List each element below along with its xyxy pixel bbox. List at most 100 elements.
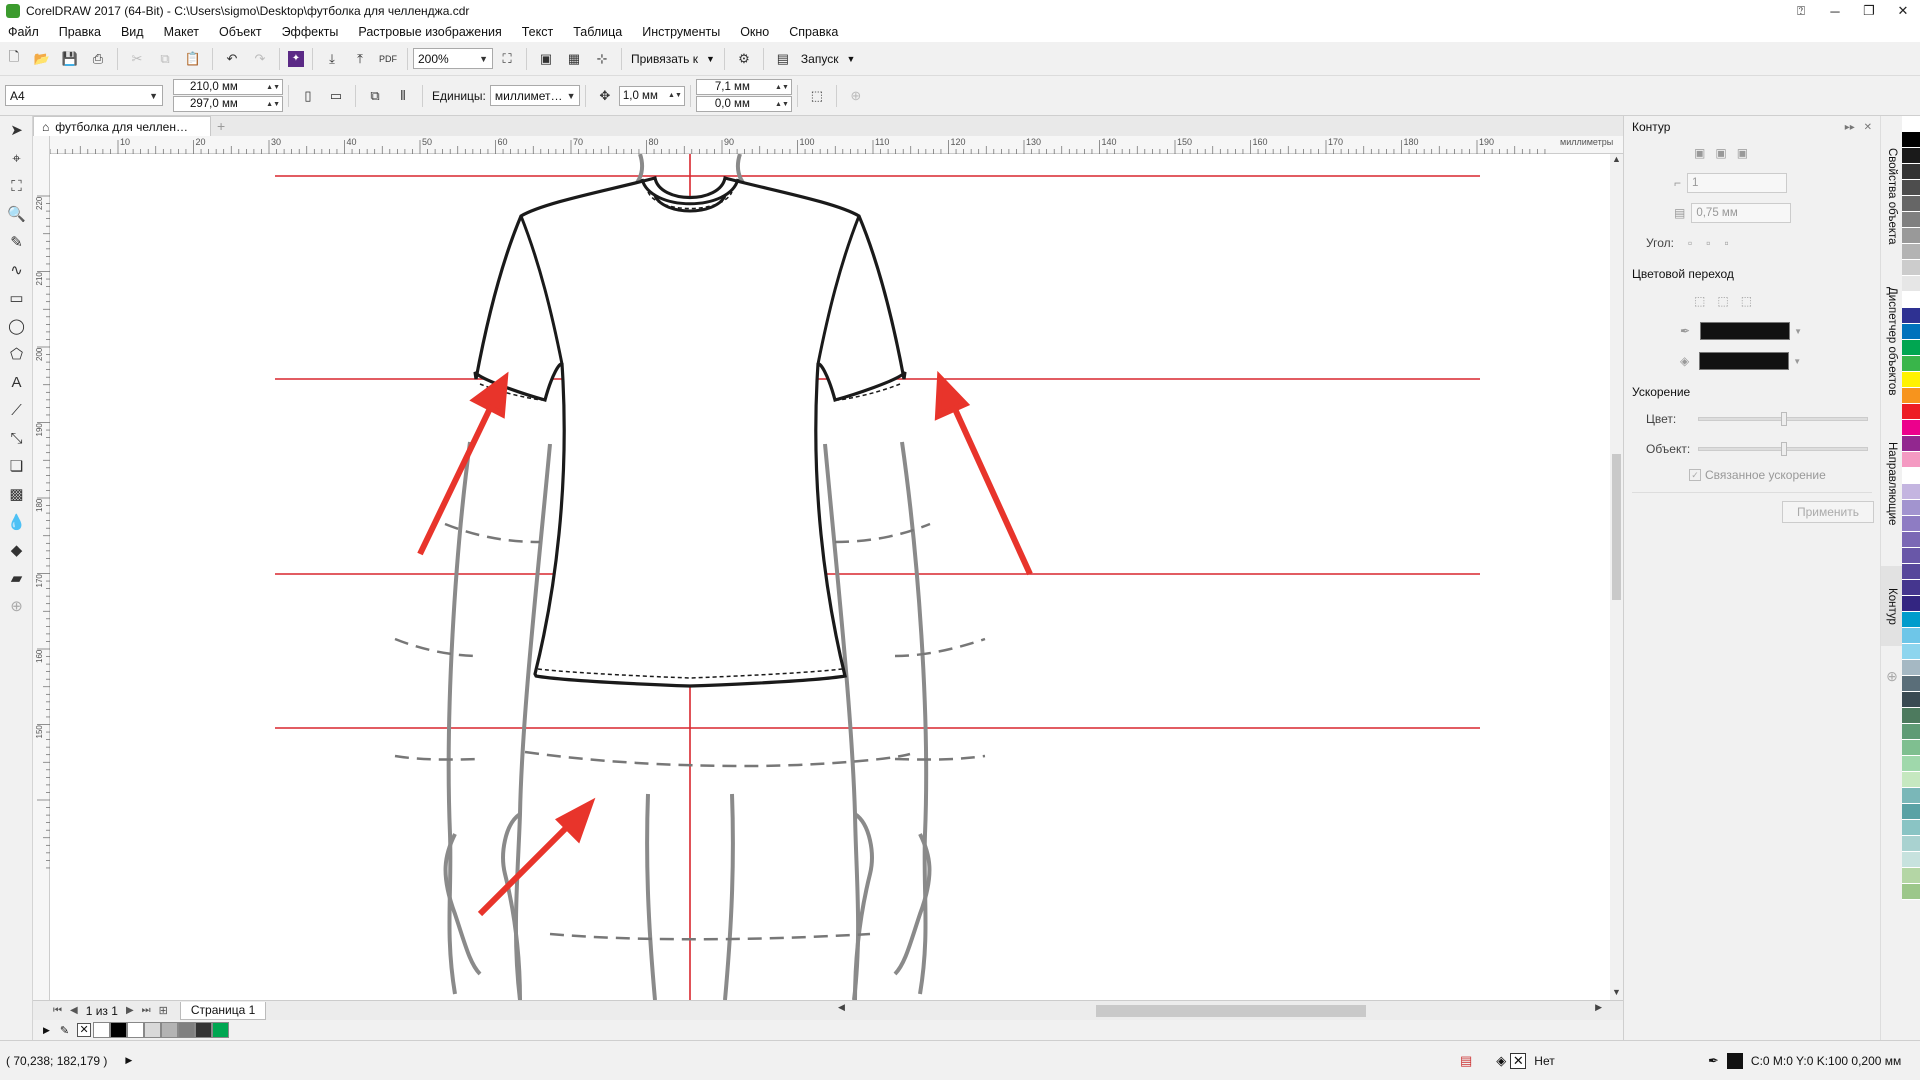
crop-tool-icon[interactable]: ⛶: [0, 172, 33, 200]
scroll-left-arrow-icon[interactable]: ◀: [838, 1002, 845, 1013]
text-tool-icon[interactable]: A: [0, 368, 33, 396]
docker-collapse-icon[interactable]: ▸▸: [1845, 122, 1855, 133]
last-page-icon[interactable]: ⏭: [142, 1005, 151, 1016]
zoom-level-select[interactable]: 200% ▼: [413, 48, 493, 69]
current-page-icon[interactable]: ⫴: [392, 85, 414, 107]
palette-swatch[interactable]: [1902, 420, 1920, 436]
zoom-tool-icon[interactable]: 🔍: [0, 200, 33, 228]
scroll-up-arrow-icon[interactable]: ▲: [1610, 154, 1623, 167]
palette-swatch[interactable]: [1902, 676, 1920, 692]
palette-swatch[interactable]: [1902, 148, 1920, 164]
prev-page-icon[interactable]: ◀: [70, 1005, 78, 1016]
parallel-dimension-tool-icon[interactable]: ⟋: [0, 396, 33, 424]
artistic-media-tool-icon[interactable]: ∿: [0, 256, 33, 284]
palette-swatch[interactable]: [1902, 276, 1920, 292]
tab-object-manager[interactable]: Диспетчер объектов: [1881, 276, 1903, 406]
palette-swatch[interactable]: [1902, 308, 1920, 324]
menu-help[interactable]: Справка: [779, 25, 848, 39]
palette-swatch[interactable]: [1902, 340, 1920, 356]
palette-swatch[interactable]: [1902, 788, 1920, 804]
redo-icon[interactable]: ↷: [249, 48, 271, 70]
options-gear-icon[interactable]: ⚙: [733, 48, 755, 70]
angle-option-icon[interactable]: ▫: [1688, 236, 1692, 250]
outline-corner-icon[interactable]: ▣: [1694, 146, 1705, 160]
smart-fill-tool-icon[interactable]: ▰: [0, 564, 33, 592]
add-page-icon[interactable]: ⊞: [159, 1004, 168, 1017]
palette-swatch[interactable]: [1902, 596, 1920, 612]
import-icon[interactable]: ⤓: [321, 48, 343, 70]
page-tab[interactable]: Страница 1: [179, 1001, 267, 1020]
transparency-tool-icon[interactable]: ▩: [0, 480, 33, 508]
h-scroll-thumb[interactable]: [1096, 1005, 1366, 1017]
new-document-icon[interactable]: 🗋: [3, 48, 25, 70]
end-color-swatch[interactable]: [1699, 352, 1790, 370]
tab-document[interactable]: ⌂ футболка для челлен…: [33, 116, 211, 136]
horizontal-ruler[interactable]: 10 20 30 40 50 60 70 80 90 100 110 120 130 140 150 160 1…: [49, 136, 1623, 154]
connector-tool-icon[interactable]: ⤡: [0, 424, 33, 452]
linked-accel-checkbox[interactable]: ✓: [1689, 469, 1701, 481]
tab-guidelines[interactable]: Направляющие: [1881, 426, 1903, 541]
freehand-tool-icon[interactable]: ✎: [0, 228, 33, 256]
copy-icon[interactable]: ⧉: [154, 48, 176, 70]
cut-icon[interactable]: ✂: [126, 48, 148, 70]
palette-swatch[interactable]: [1902, 628, 1920, 644]
palette-swatch[interactable]: [1902, 612, 1920, 628]
scroll-thumb[interactable]: [1612, 454, 1621, 600]
chevron-down-icon[interactable]: ▼: [1794, 327, 1802, 336]
tab-object-properties[interactable]: Свойства объекта: [1881, 136, 1903, 256]
palette-swatch[interactable]: [1902, 772, 1920, 788]
vertical-scrollbar[interactable]: ▲ ▼: [1610, 154, 1623, 1000]
palette-swatch[interactable]: [1902, 196, 1920, 212]
document-color-swatch[interactable]: [212, 1022, 230, 1038]
blend-direct-icon[interactable]: ⬚: [1694, 294, 1705, 308]
chevron-down-icon[interactable]: ▼: [1793, 357, 1801, 366]
palette-swatch[interactable]: [1902, 532, 1920, 548]
drop-shadow-tool-icon[interactable]: ❏: [0, 452, 33, 480]
print-icon[interactable]: ⎙: [87, 48, 109, 70]
palette-swatch[interactable]: [1902, 228, 1920, 244]
publish-pdf-icon[interactable]: PDF: [377, 48, 399, 70]
page-width-input[interactable]: 210,0 мм ▲▼: [173, 79, 283, 95]
menu-text[interactable]: Текст: [512, 25, 563, 39]
menu-file[interactable]: Файл: [0, 25, 49, 39]
palette-swatch[interactable]: [1902, 484, 1920, 500]
launch-app-icon[interactable]: ▤: [772, 48, 794, 70]
document-color-swatch[interactable]: [161, 1022, 179, 1038]
paste-icon[interactable]: 📋: [182, 48, 204, 70]
status-expand-arrow-icon[interactable]: ▶: [125, 1055, 132, 1066]
export-icon[interactable]: ⤒: [349, 48, 371, 70]
outline-corner-icon[interactable]: ▣: [1737, 146, 1748, 160]
zoom-to-page-icon[interactable]: ⛶: [496, 48, 518, 70]
arrow[interactable]: [417, 396, 498, 556]
drawing-canvas[interactable]: [50, 154, 1610, 1000]
palette-swatch[interactable]: [1902, 548, 1920, 564]
scroll-right-arrow-icon[interactable]: ▶: [1595, 1002, 1602, 1013]
next-page-icon[interactable]: ▶: [126, 1005, 134, 1016]
tab-outline[interactable]: Контур: [1881, 566, 1903, 646]
palette-swatch[interactable]: [1902, 388, 1920, 404]
restore-button[interactable]: ❐: [1852, 0, 1886, 22]
document-color-swatch[interactable]: [195, 1022, 213, 1038]
menu-tools[interactable]: Инструменты: [632, 25, 730, 39]
arrow[interactable]: [477, 816, 578, 917]
no-color-swatch[interactable]: ✕: [77, 1023, 92, 1037]
minimize-button[interactable]: ─: [1818, 0, 1852, 22]
color-profile-icon[interactable]: ▤: [1460, 1053, 1472, 1069]
shape-tool-icon[interactable]: ⌖: [0, 144, 33, 172]
palette-swatch[interactable]: [1902, 644, 1920, 660]
full-screen-preview-icon[interactable]: ▣: [535, 48, 557, 70]
menu-object[interactable]: Объект: [209, 25, 272, 39]
docker-close-icon[interactable]: ✕: [1864, 122, 1872, 133]
treat-as-filled-icon[interactable]: ⬚: [806, 85, 828, 107]
palette-swatch[interactable]: [1902, 292, 1920, 308]
document-color-swatch[interactable]: [178, 1022, 196, 1038]
palette-swatch[interactable]: [1902, 852, 1920, 868]
blend-cw-icon[interactable]: ⬚: [1717, 294, 1728, 308]
page-height-input[interactable]: 297,0 мм ▲▼: [173, 96, 283, 112]
document-color-swatch[interactable]: [93, 1022, 111, 1038]
palette-swatch[interactable]: [1902, 372, 1920, 388]
palette-swatch[interactable]: [1902, 116, 1920, 132]
page-size-select[interactable]: A4 ▼: [5, 85, 163, 106]
pick-tool-icon[interactable]: ➤: [0, 116, 33, 144]
palette-swatch[interactable]: [1902, 516, 1920, 532]
